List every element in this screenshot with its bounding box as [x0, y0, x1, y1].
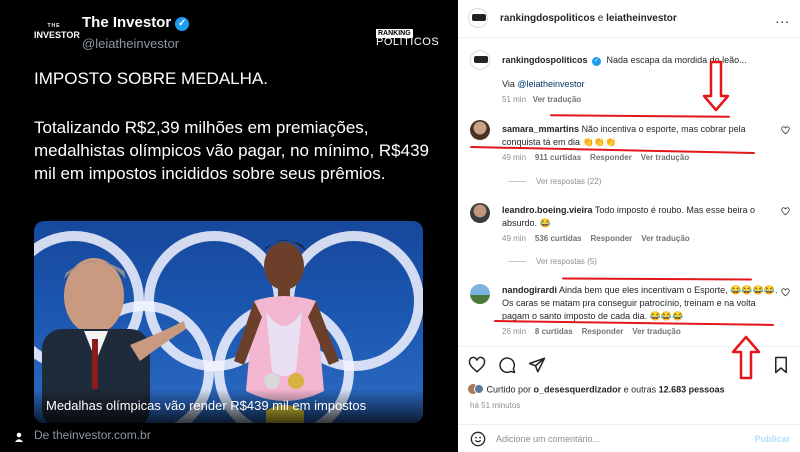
see-translation-button[interactable]: Ver tradução — [632, 327, 680, 336]
post-actions-bar — [458, 346, 800, 382]
verified-badge-icon: ✓ — [175, 17, 190, 31]
person-icon — [15, 432, 23, 442]
source-link[interactable]: De theinvestor.com.br — [34, 428, 151, 442]
tweet-headline: IMPOSTO SOBRE MEDALHA. — [34, 69, 268, 88]
comment-meta: 26 min 8 curtidas Responder Ver tradução — [502, 327, 681, 336]
news-photo: Medalhas olímpicas vão render R$439 mil … — [34, 221, 423, 423]
post-time: há 51 minutos — [470, 401, 521, 410]
like-comment-heart-icon[interactable] — [781, 288, 790, 297]
emoji-icon[interactable] — [470, 431, 486, 447]
reply-button[interactable]: Responder — [590, 153, 632, 162]
photo-caption-bar: Medalhas olímpicas vão render R$439 mil … — [34, 389, 423, 423]
liker-avatars — [468, 384, 484, 396]
share-icon[interactable] — [528, 356, 546, 374]
ranking-politicos-watermark: RANKING POLÍTICOS — [376, 29, 440, 48]
reply-button[interactable]: Responder — [582, 327, 624, 336]
save-bookmark-icon[interactable] — [772, 356, 790, 374]
comment-meta: 49 min 536 curtidas Responder Ver traduç… — [502, 234, 690, 243]
publish-button[interactable]: Publicar — [754, 434, 790, 444]
see-translation-button[interactable]: Ver tradução — [533, 95, 581, 104]
avatar[interactable] — [470, 203, 490, 223]
more-options-icon[interactable]: ... — [775, 10, 790, 26]
avatar[interactable] — [470, 284, 490, 304]
heart-icon[interactable] — [468, 356, 486, 374]
liked-by: Curtido por o_desesquerdizador e outras … — [468, 384, 725, 396]
account-name: The Investor ✓ — [82, 14, 190, 31]
tweet-image: THE INVESTOR The Investor ✓ @leiatheinves… — [0, 0, 458, 452]
verified-badge-icon: ✓ — [592, 57, 602, 66]
like-comment-heart-icon[interactable] — [781, 207, 790, 216]
like-comment-heart-icon[interactable] — [781, 126, 790, 135]
view-replies-button[interactable]: Ver respostas (22) — [508, 177, 601, 186]
comment-input[interactable]: Adicione um comentário... — [496, 434, 600, 444]
comment-item: samara_mmartins Não incentiva o esporte,… — [502, 124, 746, 147]
post-caption: rankingdospoliticos ✓ Nada escapa da mor… — [502, 55, 747, 66]
see-translation-button[interactable]: Ver tradução — [641, 153, 689, 162]
comment-item: leandro.boeing.vieira Todo imposto é rou… — [502, 205, 755, 228]
avatar[interactable] — [468, 8, 488, 28]
instagram-comments-panel: rankingdospoliticos e leiatheinvestor ..… — [458, 0, 800, 452]
add-comment-bar: Adicione um comentário... Publicar — [458, 424, 800, 452]
view-replies-button[interactable]: Ver respostas (5) — [508, 257, 597, 266]
tweet-body: Totalizando R$2,39 milhões em premiações… — [34, 118, 429, 183]
caption-meta: 51 min Ver tradução — [502, 95, 582, 104]
post-header: rankingdospoliticos e leiatheinvestor ..… — [458, 0, 800, 38]
reply-button[interactable]: Responder — [591, 234, 633, 243]
post-authors: rankingdospoliticos e leiatheinvestor — [500, 13, 677, 24]
the-investor-logo: THE INVESTOR — [34, 23, 80, 40]
comment-item: nandogirardi Ainda bem que eles incentiv… — [502, 285, 778, 321]
avatar[interactable] — [470, 120, 490, 140]
see-translation-button[interactable]: Ver tradução — [641, 234, 689, 243]
avatar[interactable] — [470, 50, 490, 70]
account-handle: @leiatheinvestor — [82, 36, 180, 51]
comment-icon[interactable] — [498, 356, 516, 374]
caption-via: Via @leiatheinvestor — [502, 79, 585, 89]
comment-meta: 49 min 911 curtidas Responder Ver traduç… — [502, 153, 690, 162]
